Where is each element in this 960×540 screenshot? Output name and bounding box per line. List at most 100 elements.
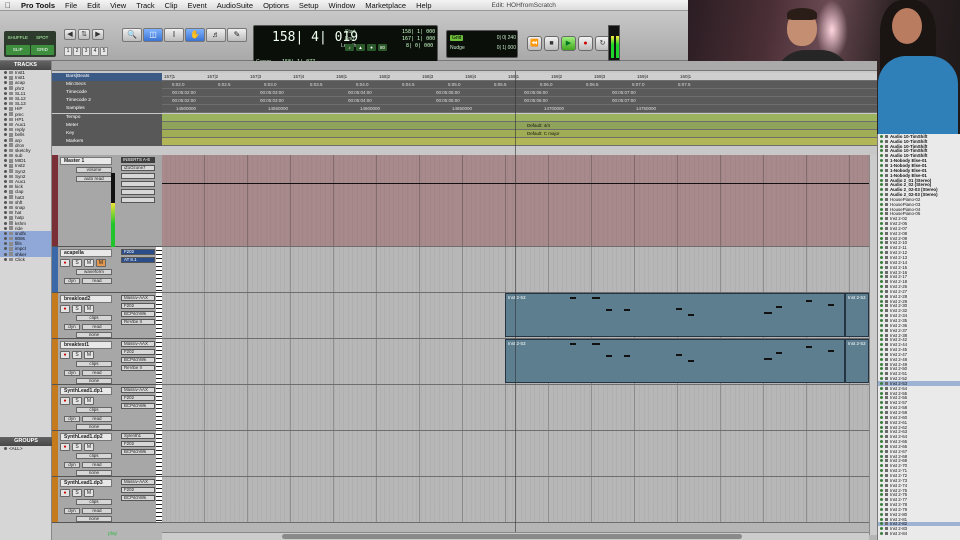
solo-button[interactable]: S (72, 397, 82, 405)
clip-expand-icon[interactable] (885, 498, 888, 502)
clip-expand-icon[interactable] (885, 507, 888, 511)
clip-expand-icon[interactable] (885, 241, 888, 245)
clip-expand-icon[interactable] (885, 469, 888, 473)
insert-slot-empty[interactable] (121, 197, 155, 203)
show-hide-icon[interactable] (4, 174, 7, 178)
midi-note[interactable] (592, 343, 600, 345)
mute-button[interactable]: M (84, 489, 94, 497)
grid-label[interactable]: Grid (450, 35, 464, 41)
clip-expand-icon[interactable] (885, 527, 888, 531)
track-name[interactable]: Master 1 (60, 157, 112, 165)
show-hide-icon[interactable] (4, 97, 7, 101)
mode-grid[interactable]: GRID (30, 44, 54, 55)
clip-expand-icon[interactable] (885, 304, 888, 308)
track-view-select[interactable]: volume (76, 167, 112, 173)
track-name[interactable]: SynthLead1.dp1 (60, 387, 112, 395)
show-hide-icon[interactable] (4, 242, 7, 246)
ruler-markers[interactable]: Markers (52, 138, 877, 146)
wait-note-icon[interactable]: ♪ (345, 44, 354, 51)
clip-expand-icon[interactable] (885, 493, 888, 497)
midi-note[interactable] (570, 297, 576, 299)
track-name[interactable]: SynthLead1.dp2 (60, 433, 112, 441)
clip-expand-icon[interactable] (885, 149, 888, 153)
show-hide-icon[interactable] (4, 231, 7, 235)
dyn-button[interactable]: dyn (64, 508, 80, 514)
clip-expand-icon[interactable] (885, 425, 888, 429)
group-select[interactable]: none (76, 378, 112, 384)
menu-options[interactable]: Options (258, 1, 294, 10)
show-hide-icon[interactable] (4, 81, 7, 85)
zoom-preset-1[interactable]: 1 (64, 47, 72, 56)
ruler-lane[interactable]: Default: C major (162, 130, 877, 138)
clip-expand-icon[interactable] (885, 236, 888, 240)
dyn-button[interactable]: dyn (64, 462, 80, 468)
track-view-select[interactable]: waveform (76, 269, 112, 275)
track-lane[interactable] (162, 155, 877, 247)
rewind-icon[interactable]: ⏪ (527, 36, 542, 51)
track-name[interactable]: breaktest1 (60, 341, 112, 349)
insert-slot[interactable]: F202 (121, 395, 155, 401)
length-value[interactable]: 8| 0| 000 (406, 43, 433, 49)
ruler-lane[interactable]: 5:02.0 5:02.5 5:03.0 5:03.5 5:04.0 5:04.5 5:05… (162, 81, 877, 89)
menu-track[interactable]: Track (131, 1, 159, 10)
track-lane[interactable] (162, 385, 877, 431)
record-icon[interactable]: ● (578, 36, 593, 51)
show-hide-icon[interactable] (4, 102, 7, 106)
clip-expand-icon[interactable] (885, 314, 888, 318)
nudge-label[interactable]: Nudge (450, 45, 465, 51)
ruler-bars[interactable]: Bars|Beats 157|1 157|2 157|3 157|4 158|1 158|2… (52, 73, 877, 81)
clip-expand-icon[interactable] (885, 411, 888, 415)
dyn-button[interactable]: dyn (64, 416, 80, 422)
midi-note[interactable] (676, 308, 682, 310)
track-lane[interactable]: Inst 2-53 Inst 2-53 (162, 293, 877, 339)
show-hide-icon[interactable] (4, 252, 7, 256)
midi-note[interactable] (776, 352, 782, 354)
clip-expand-icon[interactable] (885, 226, 888, 230)
show-hide-icon[interactable] (4, 138, 7, 142)
insert-slot[interactable]: iZoOzone7 (121, 165, 155, 171)
ruler-tc[interactable]: Timecode 00:05:02:00 00:05:03:00 00:05:04:0… (52, 89, 877, 97)
clip-expand-icon[interactable] (885, 444, 888, 448)
midi-note[interactable] (764, 312, 772, 314)
clip-expand-icon[interactable] (885, 318, 888, 322)
dyn-button[interactable]: dyn (64, 370, 80, 376)
clip-expand-icon[interactable] (885, 207, 888, 211)
insert-slot[interactable]: Massiv-AAX (121, 341, 155, 347)
clip-expand-icon[interactable] (885, 386, 888, 390)
clip-expand-icon[interactable] (885, 483, 888, 487)
clip-expand-icon[interactable] (885, 246, 888, 250)
group-select[interactable]: none (76, 332, 112, 338)
show-hide-icon[interactable] (4, 143, 7, 147)
menu-app[interactable]: Pro Tools (16, 1, 60, 10)
midi-note[interactable] (806, 346, 812, 348)
ruler-lane[interactable]: 14500000 14550000 14600000 14650000 14700000… (162, 105, 877, 113)
midi-clip[interactable]: Inst 2-53 (505, 339, 845, 383)
show-hide-icon[interactable] (4, 190, 7, 194)
clip-expand-icon[interactable] (885, 231, 888, 235)
insert-slot-empty[interactable] (121, 189, 155, 195)
show-hide-icon[interactable] (4, 133, 7, 137)
zoom-out-icon[interactable]: ◀ (64, 29, 76, 40)
clip-expand-icon[interactable] (885, 217, 888, 221)
midi-note[interactable] (624, 309, 630, 311)
countoff-icon[interactable]: ● (367, 44, 376, 51)
ruler-tc2[interactable]: Timecode 2 00:05:02:00 00:05:03:00 00:05:04… (52, 97, 877, 105)
insert-slot[interactable]: BCPitchWk (121, 449, 155, 455)
clip-expand-icon[interactable] (885, 309, 888, 313)
trim-tool-icon[interactable]: ◫ (143, 28, 163, 42)
insert-slot[interactable]: AT 8.1 (121, 257, 155, 263)
show-hide-icon[interactable] (4, 216, 7, 220)
midi-clip[interactable]: Inst 2-53 (845, 293, 869, 337)
grabber-tool-icon[interactable]: ✋ (185, 28, 205, 42)
show-hide-icon[interactable] (4, 195, 7, 199)
insert-slot[interactable]: F202 (121, 441, 155, 447)
insert-slot[interactable]: Massiv-AAX (121, 295, 155, 301)
ruler-samples[interactable]: Samples 14500000 14550000 14600000 14650000 1… (52, 105, 877, 113)
clip-expand-icon[interactable] (885, 464, 888, 468)
mute-button[interactable]: M (84, 351, 94, 359)
show-hide-icon[interactable] (4, 148, 7, 152)
show-hide-icon[interactable] (4, 76, 7, 80)
scroll-thumb[interactable] (282, 534, 742, 539)
horizontal-scrollbar[interactable] (162, 532, 869, 540)
show-hide-icon[interactable] (4, 226, 7, 230)
